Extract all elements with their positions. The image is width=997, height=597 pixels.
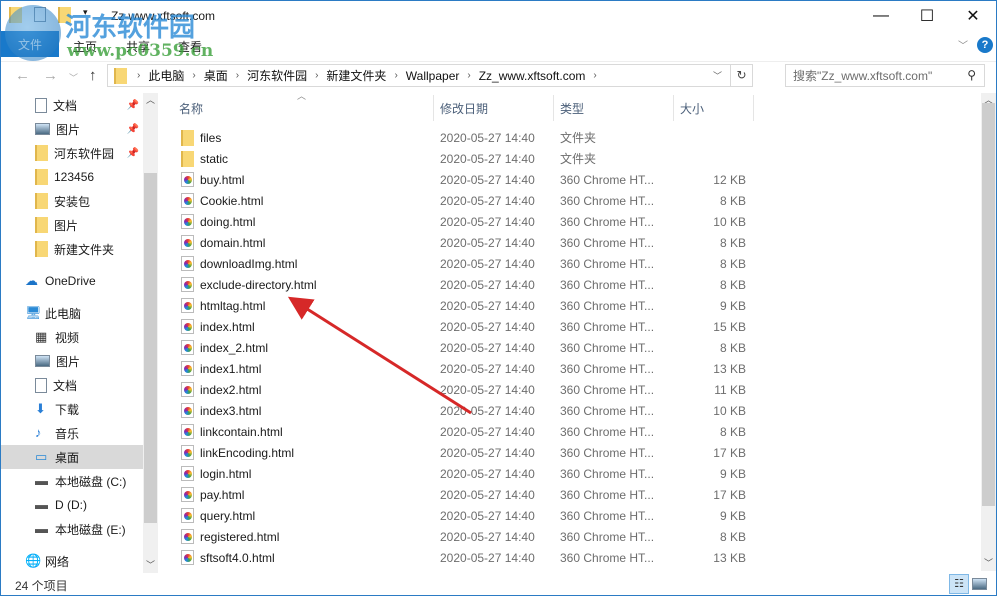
- annotation-arrow: [287, 296, 472, 415]
